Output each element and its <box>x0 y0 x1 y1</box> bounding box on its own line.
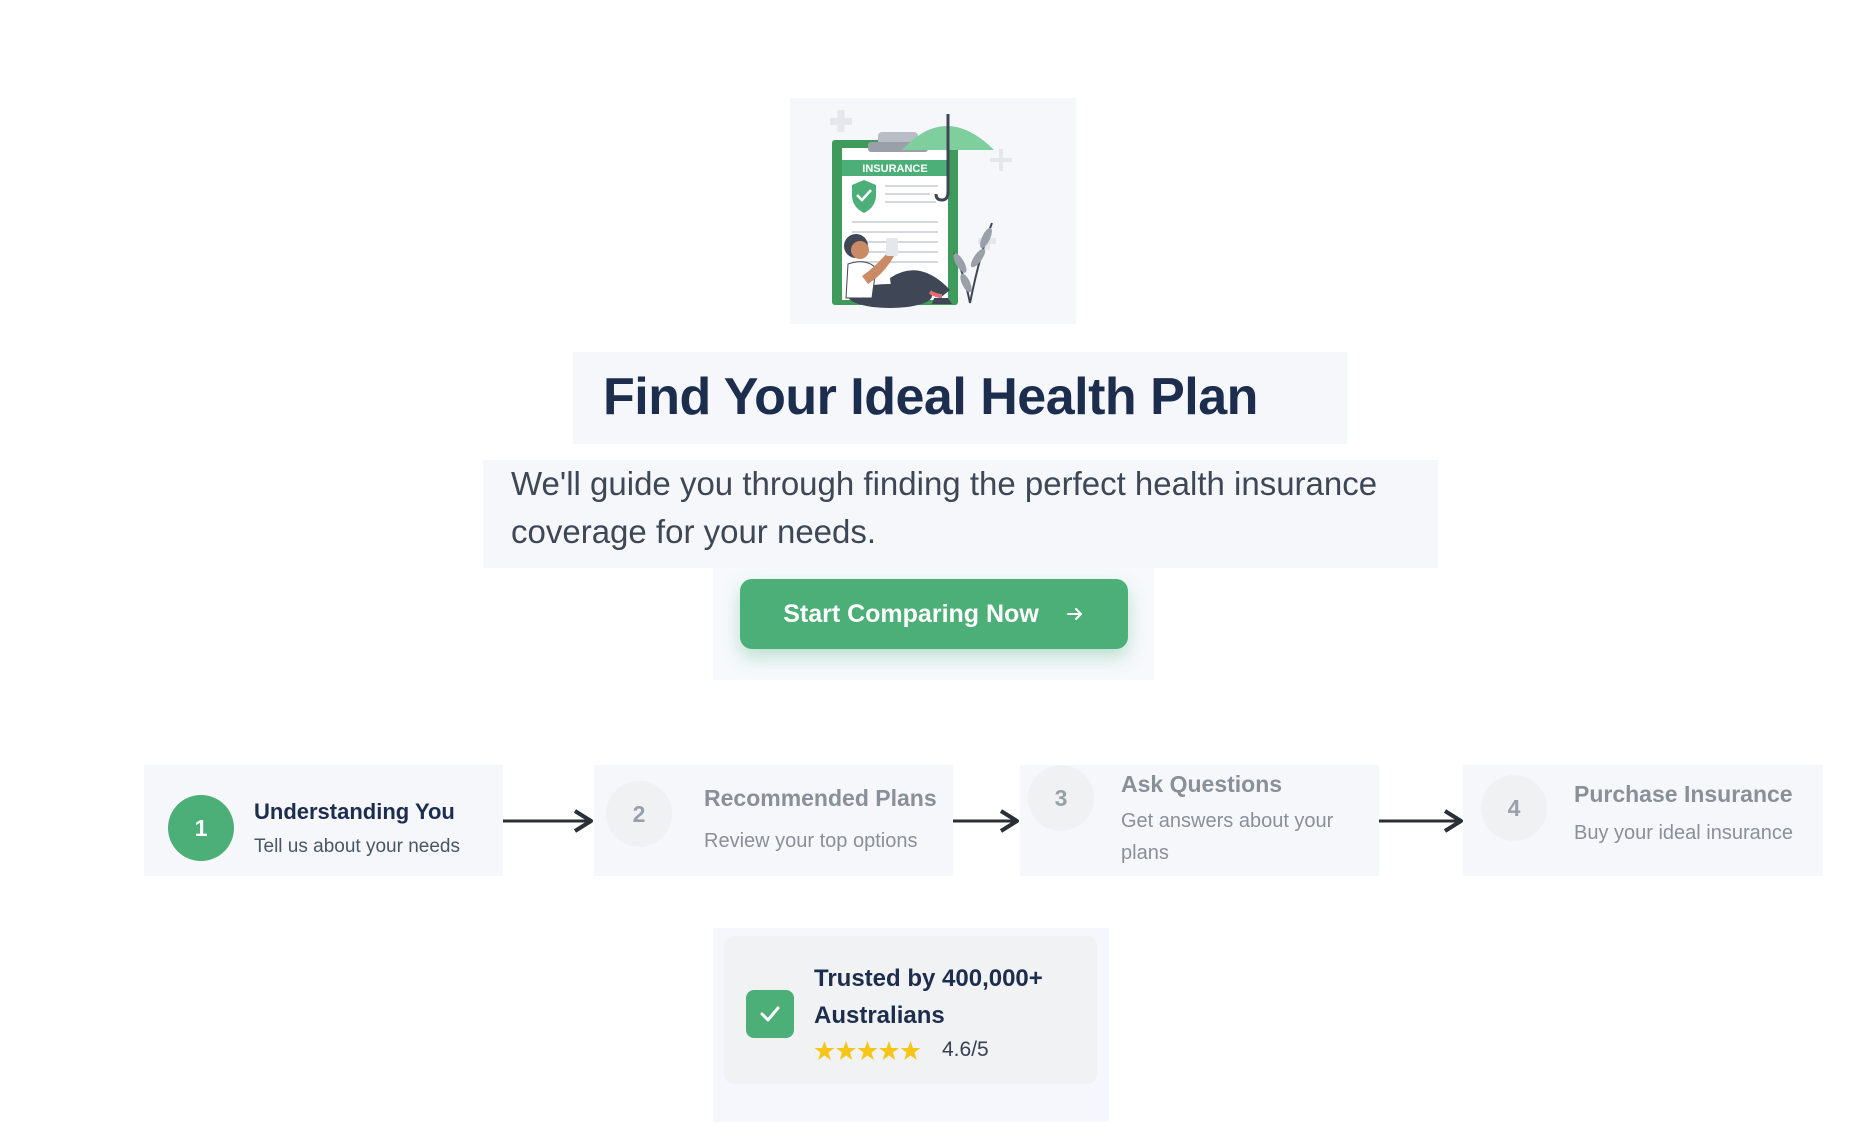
trust-container: Trusted by 400,000+ Australians 4.6/5 <box>713 928 1109 1122</box>
check-icon <box>746 990 794 1038</box>
title-container: Find Your Ideal Health Plan <box>573 352 1347 444</box>
page-title: Find Your Ideal Health Plan <box>603 368 1258 426</box>
arrow-right-icon <box>1066 608 1082 620</box>
cta-container: Start Comparing Now <box>713 568 1154 680</box>
trust-badge: Trusted by 400,000+ Australians 4.6/5 <box>724 936 1097 1084</box>
step-description: Tell us about your needs <box>254 836 460 857</box>
start-comparing-button[interactable]: Start Comparing Now <box>740 579 1128 649</box>
start-comparing-label: Start Comparing Now <box>783 599 1039 628</box>
step-ask-questions[interactable]: 3 Ask Questions Get answers about your p… <box>1020 765 1379 876</box>
step-recommended-plans[interactable]: 2 Recommended Plans Review your top opti… <box>594 765 953 876</box>
step-title: Recommended Plans <box>704 785 937 811</box>
arrow-right-icon <box>503 809 593 833</box>
step-understanding-you[interactable]: 1 Understanding You Tell us about your n… <box>144 765 503 876</box>
star-icon <box>900 1041 921 1060</box>
star-icon <box>814 1041 835 1060</box>
hero-illustration: INSURANCE <box>790 98 1076 324</box>
step-description: Review your top options <box>704 830 918 852</box>
step-title: Ask Questions <box>1121 771 1283 797</box>
step-description: Get answers about your plans <box>1121 810 1334 864</box>
star-icon <box>857 1041 878 1060</box>
step-description: Buy your ideal insurance <box>1574 822 1794 844</box>
page-subtitle: We'll guide you through finding the perf… <box>511 465 1378 550</box>
subtitle-container: We'll guide you through finding the perf… <box>483 460 1438 568</box>
star-rating <box>814 1041 921 1060</box>
step-purchase-insurance[interactable]: 4 Purchase Insurance Buy your ideal insu… <box>1463 765 1823 876</box>
rating-value: 4.6/5 <box>942 1038 989 1061</box>
arrow-right-icon <box>953 809 1019 833</box>
trust-title: Trusted by 400,000+ Australians <box>814 965 1043 1029</box>
illustration-label: INSURANCE <box>862 163 927 175</box>
step-number-badge: 2 <box>606 781 672 847</box>
arrow-right-icon <box>1379 809 1463 833</box>
step-title: Understanding You <box>254 799 455 824</box>
star-icon <box>836 1041 856 1060</box>
step-number-badge: 3 <box>1028 765 1094 831</box>
star-icon <box>879 1041 899 1060</box>
step-number-badge: 1 <box>168 795 234 861</box>
step-number-badge: 4 <box>1481 775 1547 841</box>
step-title: Purchase Insurance <box>1574 781 1793 807</box>
